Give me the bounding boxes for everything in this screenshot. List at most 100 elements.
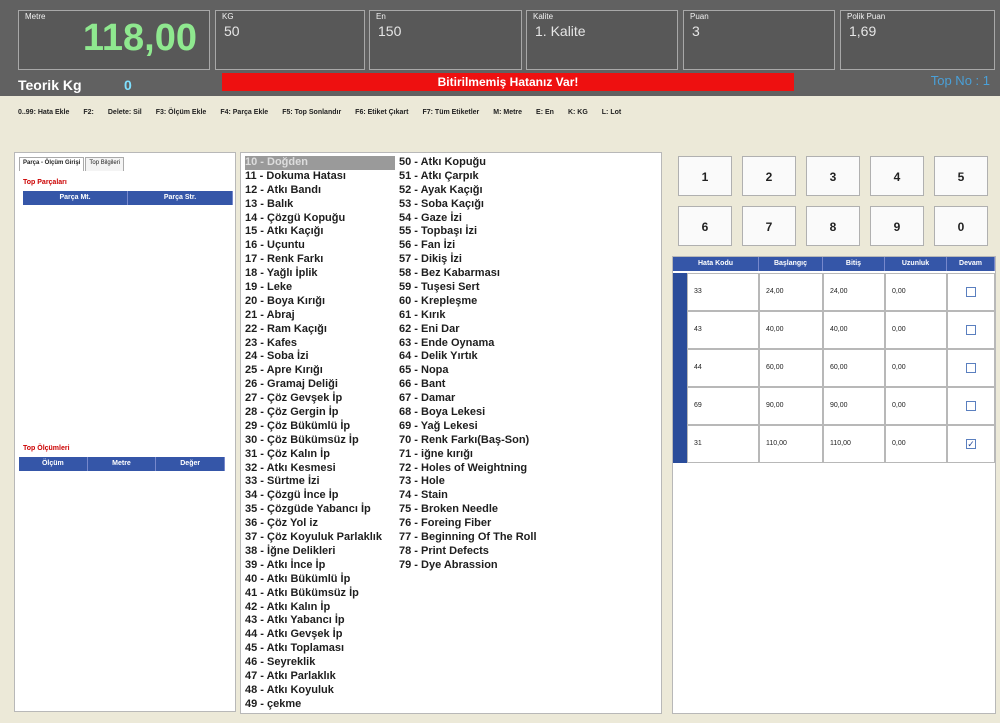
error-code-item[interactable]: 54 - Gaze İzi bbox=[399, 212, 569, 226]
error-code-item[interactable]: 58 - Bez Kabarması bbox=[399, 267, 569, 281]
cell-length[interactable]: 0,00 bbox=[885, 311, 947, 349]
tab-parca-olcum[interactable]: Parça - Ölçüm Girişi bbox=[19, 157, 85, 171]
kg-box[interactable]: KG 50 bbox=[215, 10, 365, 70]
error-code-item[interactable]: 74 - Stain bbox=[399, 489, 569, 503]
error-code-item[interactable]: 52 - Ayak Kaçığı bbox=[399, 184, 569, 198]
error-code-item[interactable]: 50 - Atkı Kopuğu bbox=[399, 156, 569, 170]
error-code-item[interactable]: 38 - İğne Delikleri bbox=[245, 545, 415, 559]
tab-top-bilgileri[interactable]: Top Bilgileri bbox=[85, 157, 125, 171]
table-row[interactable]: 31 110,00 110,00 0,00 ✓ bbox=[673, 425, 995, 463]
error-code-item[interactable]: 43 - Atkı Yabancı İp bbox=[245, 614, 415, 628]
col-uzunluk[interactable]: Uzunluk bbox=[885, 257, 947, 271]
col-hata-kodu[interactable]: Hata Kodu bbox=[673, 257, 759, 271]
measure-col-header[interactable]: Metre bbox=[88, 457, 157, 471]
error-code-item[interactable]: 71 - iğne kırığı bbox=[399, 448, 569, 462]
devam-checkbox[interactable] bbox=[966, 401, 976, 411]
error-code-item[interactable]: 17 - Renk Farkı bbox=[245, 253, 415, 267]
error-code-item[interactable]: 46 - Seyreklik bbox=[245, 656, 415, 670]
error-code-item[interactable]: 23 - Kafes bbox=[245, 337, 415, 351]
devam-checkbox[interactable] bbox=[966, 287, 976, 297]
error-code-item[interactable]: 22 - Ram Kaçığı bbox=[245, 323, 415, 337]
cell-start[interactable]: 40,00 bbox=[759, 311, 823, 349]
key-4[interactable]: 4 bbox=[870, 156, 924, 196]
error-code-item[interactable]: 35 - Çözgüde Yabancı İp bbox=[245, 503, 415, 517]
error-code-item[interactable]: 27 - Çöz Gevşek İp bbox=[245, 392, 415, 406]
error-code-item[interactable]: 53 - Soba Kaçığı bbox=[399, 198, 569, 212]
error-code-item[interactable]: 14 - Çözgü Kopuğu bbox=[245, 212, 415, 226]
error-code-item[interactable]: 15 - Atkı Kaçığı bbox=[245, 225, 415, 239]
error-code-item[interactable]: 66 - Bant bbox=[399, 378, 569, 392]
error-code-item[interactable]: 72 - Holes of Weightning bbox=[399, 462, 569, 476]
error-code-item[interactable]: 18 - Yağlı İplik bbox=[245, 267, 415, 281]
error-code-item[interactable]: 37 - Çöz Koyuluk Parlaklık bbox=[245, 531, 415, 545]
cell-start[interactable]: 24,00 bbox=[759, 273, 823, 311]
error-code-item[interactable]: 79 - Dye Abrassion bbox=[399, 559, 569, 573]
table-row[interactable]: 69 90,00 90,00 0,00 bbox=[673, 387, 995, 425]
error-code-item[interactable]: 21 - Abraj bbox=[245, 309, 415, 323]
devam-checkbox[interactable] bbox=[966, 325, 976, 335]
error-code-item[interactable]: 34 - Çözgü İnce İp bbox=[245, 489, 415, 503]
error-code-item[interactable]: 68 - Boya Lekesi bbox=[399, 406, 569, 420]
cell-length[interactable]: 0,00 bbox=[885, 425, 947, 463]
error-code-item[interactable]: 13 - Balık bbox=[245, 198, 415, 212]
cell-end[interactable]: 24,00 bbox=[823, 273, 885, 311]
key-9[interactable]: 9 bbox=[870, 206, 924, 246]
key-7[interactable]: 7 bbox=[742, 206, 796, 246]
error-code-item[interactable]: 77 - Beginning Of The Roll bbox=[399, 531, 569, 545]
error-code-item[interactable]: 75 - Broken Needle bbox=[399, 503, 569, 517]
key-6[interactable]: 6 bbox=[678, 206, 732, 246]
key-3[interactable]: 3 bbox=[806, 156, 860, 196]
cell-start[interactable]: 110,00 bbox=[759, 425, 823, 463]
cell-code[interactable]: 33 bbox=[687, 273, 759, 311]
error-code-item[interactable]: 61 - Kırık bbox=[399, 309, 569, 323]
error-code-item[interactable]: 12 - Atkı Bandı bbox=[245, 184, 415, 198]
error-code-item[interactable]: 59 - Tuşesi Sert bbox=[399, 281, 569, 295]
error-code-item[interactable]: 65 - Nopa bbox=[399, 364, 569, 378]
cell-end[interactable]: 110,00 bbox=[823, 425, 885, 463]
key-8[interactable]: 8 bbox=[806, 206, 860, 246]
error-code-item[interactable]: 42 - Atkı Kalın İp bbox=[245, 601, 415, 615]
measure-col-header[interactable]: Ölçüm bbox=[19, 457, 88, 471]
error-code-item[interactable]: 45 - Atkı Toplaması bbox=[245, 642, 415, 656]
error-code-item[interactable]: 64 - Delik Yırtık bbox=[399, 350, 569, 364]
error-code-item[interactable]: 40 - Atkı Bükümlü İp bbox=[245, 573, 415, 587]
cell-length[interactable]: 0,00 bbox=[885, 387, 947, 425]
error-code-item[interactable]: 70 - Renk Farkı(Baş-Son) bbox=[399, 434, 569, 448]
error-code-item[interactable]: 26 - Gramaj Deliği bbox=[245, 378, 415, 392]
error-code-item[interactable]: 69 - Yağ Lekesi bbox=[399, 420, 569, 434]
error-code-item[interactable]: 30 - Çöz Bükümsüz İp bbox=[245, 434, 415, 448]
error-code-item[interactable]: 25 - Apre Kırığı bbox=[245, 364, 415, 378]
table-row[interactable]: 43 40,00 40,00 0,00 bbox=[673, 311, 995, 349]
error-code-item[interactable]: 36 - Çöz Yol iz bbox=[245, 517, 415, 531]
cell-start[interactable]: 90,00 bbox=[759, 387, 823, 425]
kalite-box[interactable]: Kalite 1. Kalite bbox=[526, 10, 678, 70]
error-code-item[interactable]: 20 - Boya Kırığı bbox=[245, 295, 415, 309]
error-code-item[interactable]: 57 - Dikiş İzi bbox=[399, 253, 569, 267]
error-code-item[interactable]: 55 - Topbaşı İzi bbox=[399, 225, 569, 239]
key-5[interactable]: 5 bbox=[934, 156, 988, 196]
error-code-item[interactable]: 49 - çekme bbox=[245, 698, 415, 712]
cell-code[interactable]: 69 bbox=[687, 387, 759, 425]
error-code-item[interactable]: 19 - Leke bbox=[245, 281, 415, 295]
error-code-item[interactable]: 62 - Eni Dar bbox=[399, 323, 569, 337]
col-devam[interactable]: Devam bbox=[947, 257, 995, 271]
error-code-item[interactable]: 41 - Atkı Bükümsüz İp bbox=[245, 587, 415, 601]
en-box[interactable]: En 150 bbox=[369, 10, 522, 70]
error-code-item[interactable]: 63 - Ende Oynama bbox=[399, 337, 569, 351]
error-code-item[interactable]: 11 - Dokuma Hatası bbox=[245, 170, 415, 184]
error-code-item[interactable]: 28 - Çöz Gergin İp bbox=[245, 406, 415, 420]
error-code-item[interactable]: 39 - Atkı İnce İp bbox=[245, 559, 415, 573]
error-code-item[interactable]: 60 - Krepleşme bbox=[399, 295, 569, 309]
error-code-item[interactable]: 16 - Uçuntu bbox=[245, 239, 415, 253]
error-code-item[interactable]: 32 - Atkı Kesmesi bbox=[245, 462, 415, 476]
key-2[interactable]: 2 bbox=[742, 156, 796, 196]
error-code-item[interactable]: 10 - Doğden bbox=[245, 156, 395, 170]
cell-start[interactable]: 60,00 bbox=[759, 349, 823, 387]
parts-col-header[interactable]: Parça Str. bbox=[128, 191, 233, 205]
cell-code[interactable]: 43 bbox=[687, 311, 759, 349]
error-code-item[interactable]: 47 - Atkı Parlaklık bbox=[245, 670, 415, 684]
error-code-item[interactable]: 56 - Fan İzi bbox=[399, 239, 569, 253]
cell-end[interactable]: 40,00 bbox=[823, 311, 885, 349]
cell-length[interactable]: 0,00 bbox=[885, 273, 947, 311]
error-code-item[interactable]: 44 - Atkı Gevşek İp bbox=[245, 628, 415, 642]
